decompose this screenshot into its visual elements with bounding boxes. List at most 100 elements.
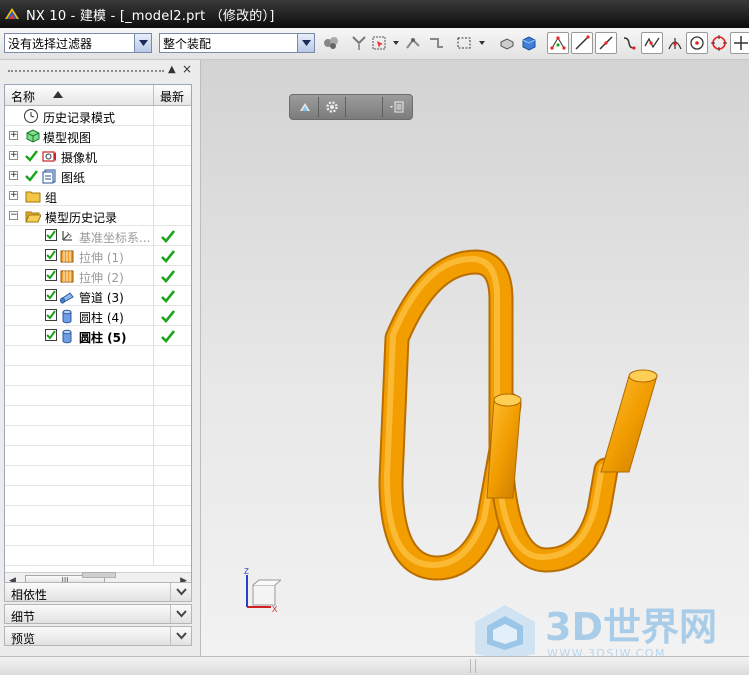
column-divider [153, 246, 154, 266]
snap-circle-center-icon[interactable] [686, 32, 708, 54]
tree-item-model-views[interactable]: + 模型视图 [5, 126, 191, 146]
tree-item-extrude-2[interactable]: 拉伸 (2) [5, 266, 191, 286]
empty-row [5, 506, 191, 526]
expand-icon[interactable]: + [9, 191, 18, 200]
scope-dropdown[interactable]: 整个装配 [159, 33, 315, 53]
snap-intersection-icon[interactable] [641, 32, 663, 54]
tree-item-tube-3[interactable]: 管道 (3) [5, 286, 191, 306]
datum-csys-icon [62, 231, 72, 241]
column-divider [153, 346, 154, 366]
camera-icon [42, 151, 56, 162]
snap-point-icon[interactable] [547, 32, 569, 54]
visibility-checkbox[interactable] [45, 269, 57, 281]
column-divider [153, 306, 154, 326]
panel-drag-handle[interactable] [8, 70, 164, 72]
assembly-filter-icon[interactable] [320, 32, 342, 54]
nx-logo-icon [5, 8, 19, 19]
select-feature-icon[interactable] [348, 32, 370, 54]
tube-model[interactable] [201, 60, 749, 656]
visibility-checkbox[interactable] [45, 309, 57, 321]
tree-item-label: 圆柱 (4) [79, 311, 124, 325]
extrude-icon [60, 250, 74, 263]
chevron-down-icon[interactable] [479, 40, 485, 46]
snap-endpoint-icon[interactable] [571, 32, 593, 54]
snap-control-point-icon[interactable] [618, 32, 640, 54]
visibility-checkbox[interactable] [45, 229, 57, 241]
chevron-down-icon[interactable] [170, 605, 191, 623]
tree-item-cylinder-5[interactable]: 圆柱 (5) [5, 326, 191, 346]
column-divider[interactable] [153, 85, 154, 105]
empty-row [5, 366, 191, 386]
model-views-icon [26, 129, 40, 143]
selection-filter-dropdown[interactable]: 没有选择过滤器 [4, 33, 152, 53]
folder-open-icon [25, 211, 41, 223]
chevron-down-icon[interactable] [170, 627, 191, 645]
snap-quadrant-icon[interactable] [708, 32, 730, 54]
tree-item-drawings[interactable]: + 图纸 [5, 166, 191, 186]
column-divider [153, 446, 154, 466]
dependencies-panel-header[interactable]: 相依性 [4, 582, 192, 602]
triad-z-label: Z [244, 567, 249, 576]
tree-item-model-history[interactable]: − 模型历史记录 [5, 206, 191, 226]
up-to-date-checkmark-icon [161, 270, 175, 283]
graphics-viewport[interactable]: Z X 3D世界网 WWW.3DSJW.COM [201, 60, 749, 656]
checkmark-icon [25, 150, 38, 162]
panel-header: ▲ × [4, 62, 194, 78]
chevron-down-icon[interactable] [393, 40, 399, 46]
cylinder-5[interactable] [600, 369, 658, 473]
empty-row [5, 446, 191, 466]
tree-item-label: 管道 (3) [79, 291, 124, 305]
column-divider [153, 146, 154, 166]
visibility-checkbox[interactable] [45, 249, 57, 261]
tree-item-datum-csys[interactable]: 基准坐标系... [5, 226, 191, 246]
show-hide-icon[interactable] [496, 32, 518, 54]
checkmark-icon [25, 170, 38, 182]
up-to-date-checkmark-icon [161, 290, 175, 303]
splitter-grip[interactable] [82, 572, 116, 578]
visibility-checkbox[interactable] [45, 329, 57, 341]
cylinder-icon [62, 309, 72, 324]
expand-icon[interactable]: + [9, 131, 18, 140]
empty-row [5, 406, 191, 426]
tube-icon [60, 292, 74, 304]
up-to-date-checkmark-icon [161, 250, 175, 263]
tree-item-cameras[interactable]: + 摄像机 [5, 146, 191, 166]
watermark-text: 3D世界网 [545, 605, 717, 649]
tree-item-history-mode[interactable]: 历史记录模式 [5, 106, 191, 126]
select-curve-icon[interactable] [402, 32, 424, 54]
close-icon[interactable]: × [182, 62, 192, 76]
select-chain-icon[interactable] [425, 32, 447, 54]
tree-item-label: 基准坐标系... [79, 231, 151, 245]
rectangle-select-icon[interactable] [453, 32, 475, 54]
title-bar: NX 10 - 建模 - [_model2.prt （修改的）] [0, 0, 749, 28]
snap-arc-center-icon[interactable] [664, 32, 686, 54]
shaded-solid-icon[interactable] [518, 32, 540, 54]
tree-item-extrude-1[interactable]: 拉伸 (1) [5, 246, 191, 266]
column-header-latest[interactable]: 最新 [160, 88, 184, 105]
snap-midpoint-icon[interactable] [595, 32, 617, 54]
chevron-down-icon[interactable] [134, 34, 151, 52]
snap-existing-point-icon[interactable] [730, 32, 749, 54]
part-navigator-tree: 名称 最新 历史记录模式 + 模型视图 + 摄像机 + 图纸 + 组 − 模型历… [4, 84, 192, 590]
chevron-down-icon[interactable] [297, 34, 314, 52]
column-header-name[interactable]: 名称 [11, 88, 35, 105]
details-panel-header[interactable]: 细节 [4, 604, 192, 624]
extrude-icon [60, 270, 74, 283]
preview-label: 预览 [11, 632, 36, 646]
expand-icon[interactable]: + [9, 151, 18, 160]
visibility-checkbox[interactable] [45, 289, 57, 301]
expand-icon[interactable]: + [9, 171, 18, 180]
chevron-down-icon[interactable] [170, 583, 191, 601]
column-divider [153, 166, 154, 186]
tree-item-label: 模型历史记录 [45, 211, 118, 225]
empty-row [5, 486, 191, 506]
select-in-box-icon[interactable] [368, 32, 390, 54]
part-navigator-panel: ▲ × 名称 最新 历史记录模式 + 模型视图 + 摄像机 + 图纸 + 组 −… [0, 60, 201, 656]
cylinder-icon [62, 329, 72, 344]
collapse-icon[interactable]: − [9, 211, 18, 220]
tree-item-groups[interactable]: + 组 [5, 186, 191, 206]
preview-panel-header[interactable]: 预览 [4, 626, 192, 646]
collapse-icon[interactable]: ▲ [168, 64, 176, 75]
coordinate-triad: Z X [244, 567, 281, 614]
tree-item-cylinder-4[interactable]: 圆柱 (4) [5, 306, 191, 326]
